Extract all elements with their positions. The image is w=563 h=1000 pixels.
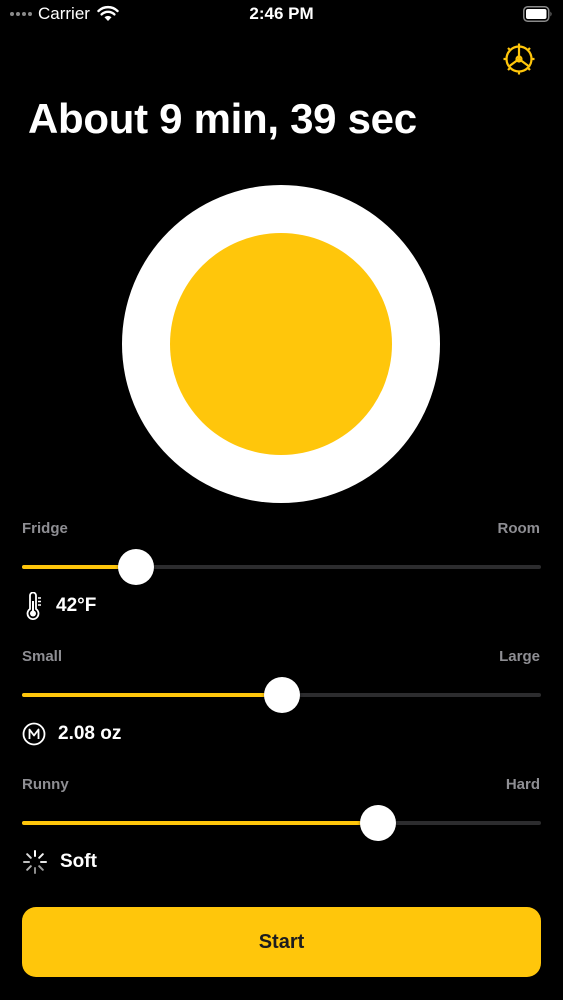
slider-thumb[interactable] (360, 805, 396, 841)
slider-fill (22, 693, 282, 697)
temperature-max-label: Room (497, 520, 541, 537)
size-max-label: Large (499, 648, 540, 665)
doneness-slider[interactable] (22, 805, 541, 841)
doneness-spinner-icon (23, 850, 47, 874)
status-bar: Carrier 2:46 PM (0, 0, 563, 30)
settings-icon (503, 43, 535, 75)
size-value-row: 2.08 oz (22, 720, 121, 748)
battery-icon (523, 6, 552, 22)
size-min-label: Small (22, 648, 63, 665)
doneness-value-row: Soft (22, 848, 97, 876)
temperature-min-label: Fridge (22, 520, 68, 537)
size-value: 2.08 oz (58, 723, 122, 744)
status-time: 2:46 PM (249, 4, 314, 23)
thermometer-icon (26, 592, 41, 620)
slider-thumb[interactable] (118, 549, 154, 585)
slider-thumb[interactable] (264, 677, 300, 713)
size-slider[interactable] (22, 677, 541, 713)
settings-button[interactable] (500, 40, 538, 78)
temperature-slider[interactable] (22, 549, 541, 585)
medium-size-icon (22, 722, 46, 746)
slider-fill (22, 821, 378, 825)
doneness-min-label: Runny (22, 776, 69, 793)
cooking-time-title: About 9 min, 39 sec (28, 95, 417, 142)
egg-yolk (170, 233, 392, 455)
temperature-value-row: 42°F (22, 592, 96, 620)
doneness-value: Soft (60, 851, 97, 872)
temperature-value: 42°F (56, 595, 97, 616)
doneness-max-label: Hard (505, 776, 540, 793)
start-button[interactable]: Start (22, 907, 541, 977)
